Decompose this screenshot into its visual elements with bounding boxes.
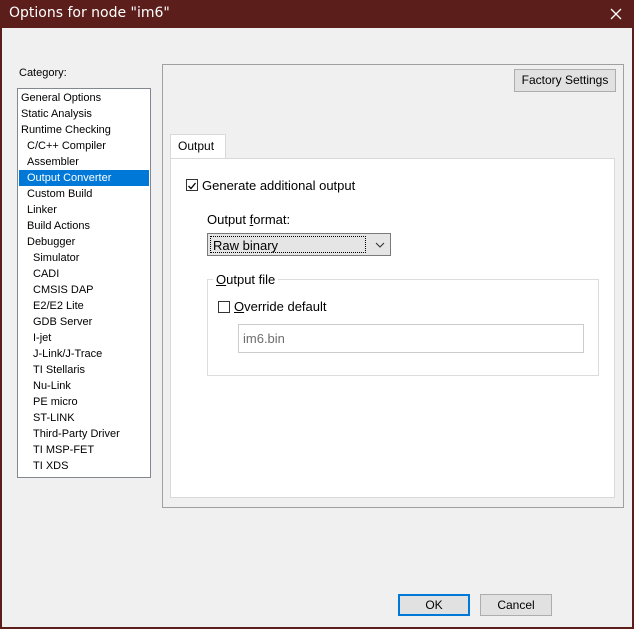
override-default-checkbox[interactable] — [218, 301, 230, 313]
chevron-down-icon — [375, 242, 385, 248]
category-item[interactable]: Linker — [19, 202, 149, 218]
window-title: Options for node "im6" — [9, 5, 170, 21]
output-file-mnemonic: O — [216, 272, 227, 287]
category-item[interactable]: CMSIS DAP — [19, 282, 149, 298]
category-item[interactable]: GDB Server — [19, 314, 149, 330]
category-item[interactable]: CADI — [19, 266, 149, 282]
category-item[interactable]: General Options — [19, 90, 149, 106]
category-item[interactable]: TI MSP-FET — [19, 442, 149, 458]
category-label: Category: — [19, 67, 67, 79]
override-rest: verride default — [244, 299, 327, 314]
generate-output-label[interactable]: Generate additional output — [202, 178, 355, 193]
category-item[interactable]: Build Actions — [19, 218, 149, 234]
output-format-value: Raw binary — [210, 236, 366, 253]
category-item[interactable]: I-jet — [19, 330, 149, 346]
category-item[interactable]: Debugger — [19, 234, 149, 250]
category-item[interactable]: Assembler — [19, 154, 149, 170]
title-bar: Options for node "im6" — [0, 0, 634, 28]
output-format-select[interactable]: Raw binary — [207, 233, 391, 256]
tab-output[interactable]: Output — [170, 134, 226, 159]
category-list[interactable]: General Options Static Analysis Runtime Ch… — [17, 88, 151, 478]
category-item[interactable]: TI Stellaris — [19, 362, 149, 378]
generate-output-checkbox[interactable] — [186, 179, 198, 191]
category-item[interactable]: Simulator — [19, 250, 149, 266]
category-item[interactable]: J-Link/J-Trace — [19, 346, 149, 362]
output-format-label: Output format: — [207, 212, 290, 227]
category-item[interactable]: Runtime Checking — [19, 122, 149, 138]
category-item[interactable]: C/C++ Compiler — [19, 138, 149, 154]
category-item[interactable]: PE micro — [19, 394, 149, 410]
window-border-left — [0, 28, 2, 629]
output-file-title-rest: utput file — [226, 272, 276, 287]
close-icon[interactable] — [604, 2, 628, 26]
category-item[interactable]: TI XDS — [19, 458, 149, 474]
category-item[interactable]: Nu-Link — [19, 378, 149, 394]
ok-button[interactable]: OK — [398, 594, 470, 616]
output-file-group-title: Output file — [213, 272, 279, 287]
override-default-label[interactable]: Override default — [234, 299, 327, 314]
category-item[interactable]: Third-Party Driver — [19, 426, 149, 442]
checkmark-icon — [188, 182, 197, 190]
output-format-label-rest: ormat: — [253, 212, 291, 227]
output-file-input[interactable]: im6.bin — [238, 324, 584, 353]
category-item[interactable]: Output Converter — [19, 170, 149, 186]
output-format-label-text: Output — [207, 212, 250, 227]
factory-settings-button[interactable]: Factory Settings — [514, 69, 616, 92]
category-item[interactable]: Custom Build — [19, 186, 149, 202]
override-mnemonic: O — [234, 299, 245, 314]
category-item[interactable]: Static Analysis — [19, 106, 149, 122]
cancel-button[interactable]: Cancel — [480, 594, 552, 616]
category-item[interactable]: E2/E2 Lite — [19, 298, 149, 314]
category-item[interactable]: ST-LINK — [19, 410, 149, 426]
